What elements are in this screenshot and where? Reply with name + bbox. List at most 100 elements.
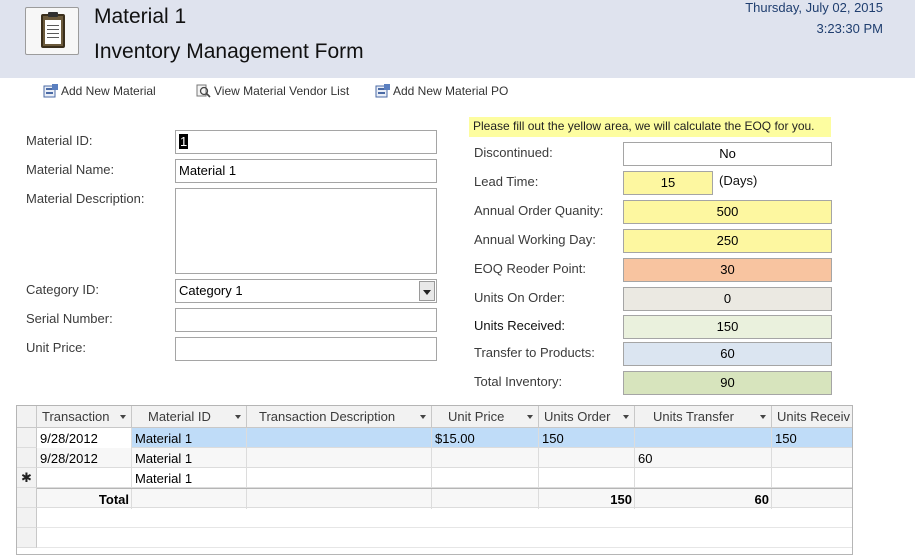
col-header-transaction[interactable]: Transaction: [37, 406, 132, 428]
cell-unit-price[interactable]: [432, 448, 539, 468]
dropdown-arrow-icon[interactable]: [760, 415, 766, 419]
cell-transaction[interactable]: 9/28/2012: [37, 448, 132, 468]
totals-row: Total 150 60: [37, 488, 852, 509]
eoq-reorder-field[interactable]: 30: [623, 258, 832, 282]
unit-price-field[interactable]: [175, 337, 437, 361]
select-all-corner[interactable]: [17, 406, 37, 428]
category-id-select[interactable]: Category 1: [175, 279, 437, 303]
unit-price-label: Unit Price:: [26, 340, 86, 355]
working-day-field[interactable]: 250: [623, 229, 832, 253]
new-record-row[interactable]: Material 1: [37, 468, 852, 488]
cell-description[interactable]: [247, 468, 432, 488]
units-received-field[interactable]: 150: [623, 315, 832, 339]
cell-units-transfer[interactable]: [635, 428, 772, 448]
row-selector: [17, 528, 37, 548]
dropdown-arrow-icon[interactable]: [235, 415, 241, 419]
col-header-material-id[interactable]: Material ID: [132, 406, 247, 428]
transactions-datasheet: Transaction Material ID Transaction Desc…: [16, 405, 853, 555]
add-new-material-label: Add New Material: [61, 84, 156, 98]
col-header-units-received[interactable]: Units Receiv: [772, 406, 852, 428]
cell-transaction[interactable]: [37, 468, 132, 488]
form-header: Material 1 Inventory Management Form Thu…: [0, 0, 915, 78]
units-received-label: Units Received:: [474, 318, 566, 333]
table-row[interactable]: 9/28/2012 Material 1 60: [37, 448, 852, 468]
empty-row: [37, 528, 852, 548]
new-record-marker[interactable]: ✱: [17, 468, 37, 488]
total-units-transfer: 60: [635, 489, 772, 509]
material-id-value: 1: [179, 134, 189, 149]
working-day-label: Annual Working Day:: [474, 232, 596, 247]
dropdown-arrow-icon[interactable]: [120, 415, 126, 419]
form-subtitle: Inventory Management Form: [94, 40, 364, 63]
material-id-field[interactable]: 1: [175, 130, 437, 154]
add-new-po-label: Add New Material PO: [393, 84, 509, 98]
chevron-down-icon[interactable]: [419, 281, 435, 301]
clipboard-icon: [25, 7, 79, 55]
view-vendor-list-button[interactable]: View Material Vendor List: [196, 84, 349, 98]
row-selector: [17, 488, 37, 508]
empty-row: [37, 508, 852, 528]
transfer-to-products-label: Transfer to Products:: [474, 345, 595, 360]
annual-order-label: Annual Order Quanity:: [474, 203, 604, 218]
add-new-material-button[interactable]: Add New Material: [43, 84, 156, 98]
cell-description[interactable]: [247, 428, 432, 448]
lead-time-unit: (Days): [719, 173, 758, 188]
dropdown-arrow-icon[interactable]: [420, 415, 426, 419]
form-add-icon: [43, 84, 59, 98]
form-title: Material 1: [94, 5, 187, 28]
cell-units-transfer[interactable]: 60: [635, 448, 772, 468]
units-on-order-label: Units On Order:: [474, 290, 566, 305]
material-description-field[interactable]: [175, 188, 437, 274]
cell-description[interactable]: [247, 448, 432, 468]
instruction-note: Please fill out the yellow area, we will…: [469, 117, 831, 137]
cell-units-order[interactable]: [539, 448, 635, 468]
dropdown-arrow-icon[interactable]: [623, 415, 629, 419]
cell-transaction[interactable]: 9/28/2012: [37, 428, 132, 448]
col-header-units-order[interactable]: Units Order: [539, 406, 635, 428]
lead-time-label: Lead Time:: [474, 174, 539, 189]
cell-material-id[interactable]: Material 1: [132, 428, 247, 448]
category-id-value: Category 1: [179, 283, 243, 298]
add-new-po-button[interactable]: Add New Material PO: [375, 84, 508, 98]
total-units-order: 150: [539, 489, 635, 509]
row-selector: [17, 508, 37, 528]
cell-units-received[interactable]: [772, 468, 852, 488]
cell-material-id[interactable]: Material 1: [132, 468, 247, 488]
total-inventory-label: Total Inventory:: [474, 374, 563, 389]
cell-units-order[interactable]: 150: [539, 428, 635, 448]
magnifier-icon: [196, 84, 212, 98]
serial-number-label: Serial Number:: [26, 311, 113, 326]
row-selector[interactable]: [17, 428, 37, 448]
form-add-icon: [375, 84, 391, 98]
table-row[interactable]: 9/28/2012 Material 1 $15.00 150 150: [37, 428, 852, 448]
col-header-transaction-description[interactable]: Transaction Description: [247, 406, 432, 428]
discontinued-field[interactable]: No: [623, 142, 832, 166]
total-inventory-field[interactable]: 90: [623, 371, 832, 395]
serial-number-field[interactable]: [175, 308, 437, 332]
cell-unit-price[interactable]: [432, 468, 539, 488]
row-selector[interactable]: [17, 448, 37, 468]
total-label: Total: [37, 489, 132, 509]
current-time: 3:23:30 PM: [816, 21, 884, 36]
units-on-order-field[interactable]: 0: [623, 287, 832, 311]
cell-units-transfer[interactable]: [635, 468, 772, 488]
cell-units-received[interactable]: [772, 448, 852, 468]
col-header-units-transfer[interactable]: Units Transfer: [635, 406, 772, 428]
material-description-label: Material Description:: [26, 191, 145, 206]
material-name-field[interactable]: Material 1: [175, 159, 437, 183]
current-date: Thursday, July 02, 2015: [745, 0, 883, 15]
cell-material-id[interactable]: Material 1: [132, 448, 247, 468]
material-id-label: Material ID:: [26, 133, 93, 148]
eoq-reorder-label: EOQ Reoder Point:: [474, 261, 586, 276]
view-vendor-list-label: View Material Vendor List: [214, 84, 350, 98]
category-id-label: Category ID:: [26, 282, 99, 297]
lead-time-field[interactable]: 15: [623, 171, 713, 195]
cell-units-received[interactable]: 150: [772, 428, 852, 448]
dropdown-arrow-icon[interactable]: [527, 415, 533, 419]
col-header-unit-price[interactable]: Unit Price: [432, 406, 539, 428]
material-name-label: Material Name:: [26, 162, 115, 177]
transfer-to-products-field[interactable]: 60: [623, 342, 832, 366]
annual-order-field[interactable]: 500: [623, 200, 832, 224]
cell-unit-price[interactable]: $15.00: [432, 428, 539, 448]
cell-units-order[interactable]: [539, 468, 635, 488]
